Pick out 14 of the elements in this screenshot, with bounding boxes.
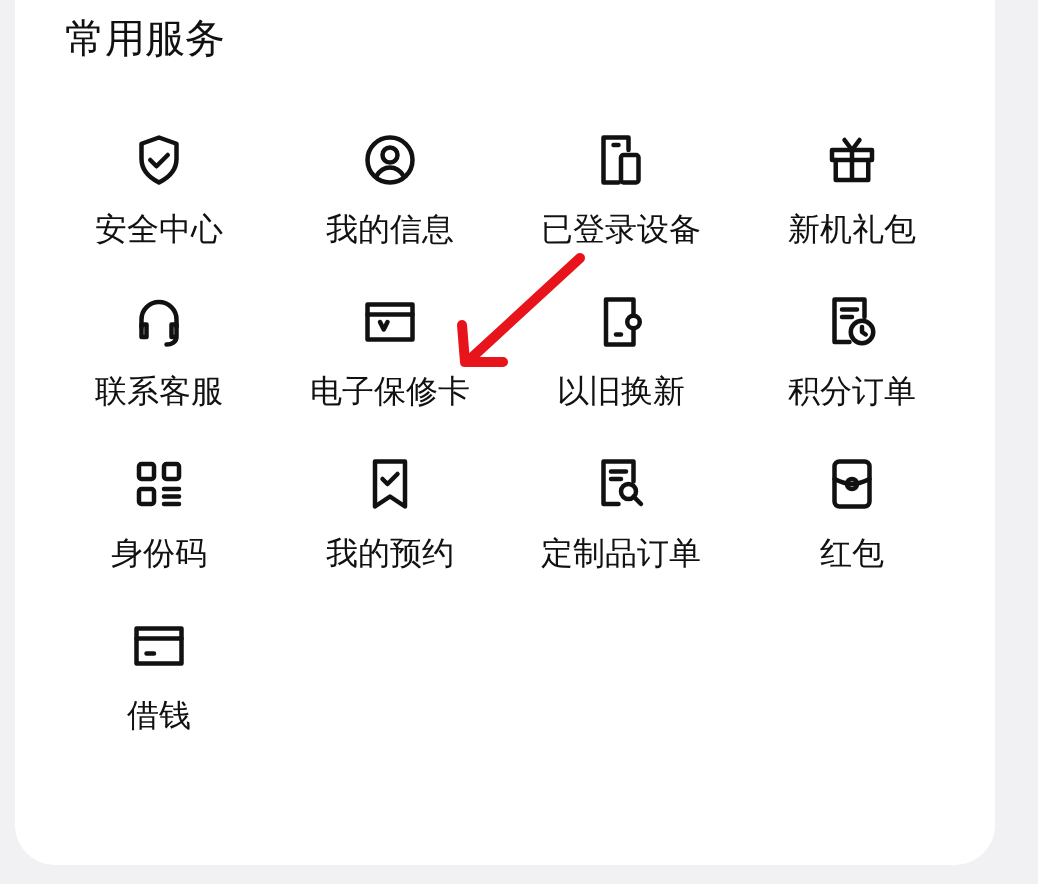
service-button[interactable]: 电子保修卡 — [274, 292, 505, 410]
service-button[interactable]: 新机礼包 — [736, 130, 967, 248]
service-button[interactable]: 红包 — [736, 454, 967, 572]
section-title: 常用服务 — [65, 14, 226, 63]
service-button[interactable]: 以旧换新 — [505, 292, 736, 410]
service-button[interactable]: 已登录设备 — [505, 130, 736, 248]
service-button[interactable]: 借钱 — [43, 616, 274, 734]
service-button[interactable]: 联系客服 — [43, 292, 274, 410]
service-button[interactable]: 定制品订单 — [505, 454, 736, 572]
service-button[interactable]: 我的信息 — [274, 130, 505, 248]
service-button[interactable]: 我的预约 — [274, 454, 505, 572]
service-button[interactable]: 身份码 — [43, 454, 274, 572]
service-button[interactable]: 安全中心 — [43, 130, 274, 248]
service-button[interactable]: 积分订单 — [736, 292, 967, 410]
